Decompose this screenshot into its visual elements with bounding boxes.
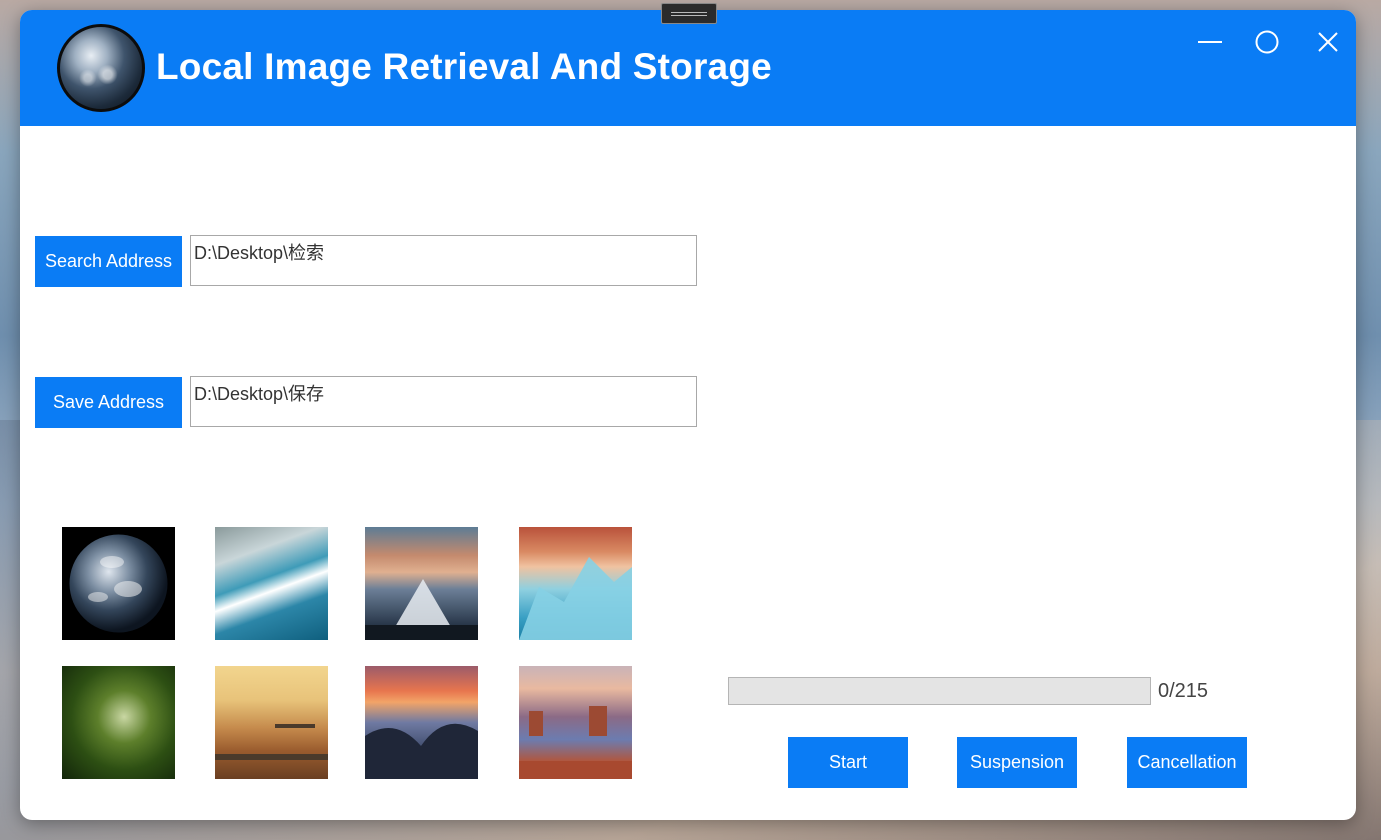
window-drag-handle[interactable] (661, 3, 717, 24)
cancellation-button[interactable]: Cancellation (1127, 737, 1247, 788)
save-address-button[interactable]: Save Address (35, 377, 182, 428)
app-window: Local Image Retrieval And Storage Search… (20, 10, 1356, 820)
thumbnail-forest-path[interactable] (62, 666, 175, 779)
save-path-field[interactable]: D:\Desktop\保存 (190, 376, 697, 427)
close-button[interactable] (1306, 20, 1350, 64)
thumbnail-icy-mountains-sunset[interactable] (519, 527, 632, 640)
thumbnail-ocean-waves-aerial[interactable] (215, 527, 328, 640)
thumbnail-volcano-with-clouds[interactable] (365, 527, 478, 640)
progress-count: 0/215 (1158, 680, 1209, 702)
search-address-button[interactable]: Search Address (35, 236, 182, 287)
close-icon (1318, 32, 1338, 52)
earth-globe-icon (57, 24, 145, 112)
thumbnail-earth-from-space[interactable] (62, 527, 175, 640)
thumbnail-bridges-city-sunset[interactable] (215, 666, 328, 779)
app-title: Local Image Retrieval And Storage (156, 46, 772, 87)
thumbnail-mountain-valley-sunset[interactable] (365, 666, 478, 779)
title-bar[interactable]: Local Image Retrieval And Storage (20, 10, 1356, 126)
minimize-icon (1198, 41, 1222, 43)
maximize-button[interactable] (1245, 20, 1289, 64)
search-path-field[interactable]: D:\Desktop\检索 (190, 235, 697, 286)
start-button[interactable]: Start (788, 737, 908, 788)
progress-bar (728, 677, 1151, 705)
suspension-button[interactable]: Suspension (957, 737, 1077, 788)
maximize-icon (1255, 30, 1279, 54)
thumbnail-canyon-rock-formations[interactable] (519, 666, 632, 779)
minimize-button[interactable] (1188, 20, 1232, 64)
